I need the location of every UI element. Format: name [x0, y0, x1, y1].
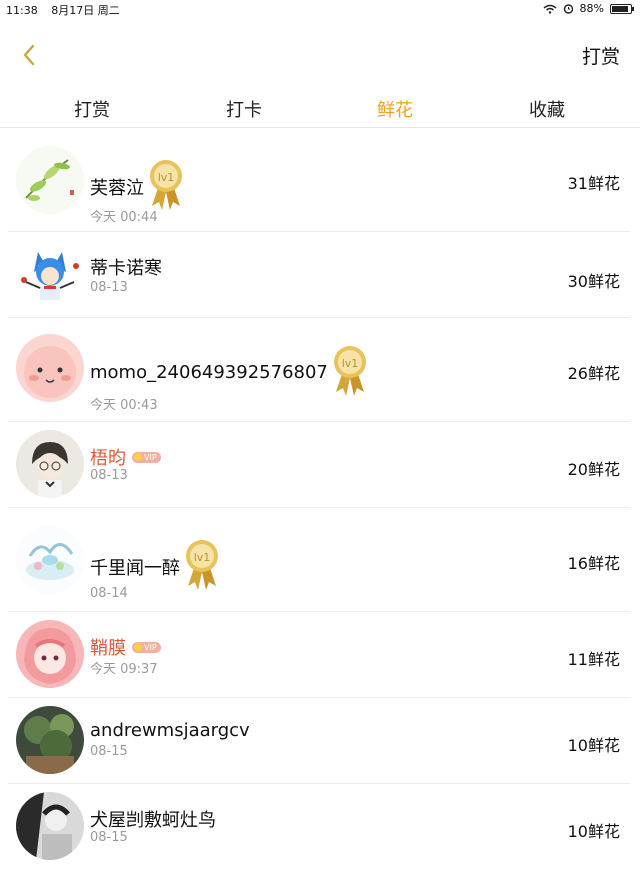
crown-icon	[134, 453, 142, 461]
timestamp: 今天 00:44	[90, 210, 158, 225]
timestamp: 今天 00:43	[90, 398, 158, 413]
list-item[interactable]: 芙蓉泣 lv1 今天 00:44 31鲜花	[8, 128, 630, 232]
avatar[interactable]	[16, 620, 84, 688]
medal-label: lv1	[158, 171, 175, 184]
username-text: 千里闻一醉	[90, 557, 180, 579]
medal-label: lv1	[194, 551, 211, 564]
nav-bar: 打赏	[0, 30, 640, 80]
username-text: 犬屋剀敷蚵灶鸟	[90, 810, 216, 831]
tab-checkin[interactable]: 打卡	[226, 96, 262, 122]
timestamp: 08-13	[90, 280, 128, 295]
list-item[interactable]: 梧昀 VIP 08-13 20鲜花	[8, 422, 630, 508]
username[interactable]: andrewmsjaargcv	[90, 720, 250, 741]
flower-count: 30鲜花	[567, 272, 620, 291]
flower-count: 20鲜花	[567, 460, 620, 479]
alarm-icon	[563, 4, 573, 14]
list-item[interactable]: 千里闻一醉 lv1 08-14 16鲜花	[8, 508, 630, 612]
timestamp: 08-15	[90, 744, 128, 759]
timestamp: 08-13	[90, 468, 128, 483]
vip-badge: VIP	[132, 451, 161, 463]
tab-reward[interactable]: 打赏	[74, 96, 110, 122]
list-item[interactable]: andrewmsjaargcv 08-15 10鲜花	[8, 698, 630, 784]
username[interactable]: momo_240649392576807 lv1	[90, 344, 368, 401]
battery-percent: 88%	[579, 2, 604, 15]
list-item[interactable]: 蒂卡诺寒 08-13 30鲜花	[8, 232, 630, 318]
vip-badge: VIP	[132, 641, 161, 653]
list-item[interactable]: momo_240649392576807 lv1 今天 00:43 26鲜花	[8, 318, 630, 422]
status-bar: 11:38 8月17日 周二 88%	[0, 0, 640, 18]
level-medal-icon: lv1	[184, 538, 220, 595]
list-item[interactable]: 鞘膜 VIP 今天 09:37 11鲜花	[8, 612, 630, 698]
username-text: 鞘膜	[90, 638, 126, 659]
medal-label: lv1	[342, 357, 359, 370]
flower-count: 10鲜花	[567, 736, 620, 755]
flower-count: 16鲜花	[567, 554, 620, 573]
timestamp: 08-15	[90, 830, 128, 845]
status-time: 11:38	[6, 4, 38, 17]
username-text: andrewmsjaargcv	[90, 720, 250, 741]
timestamp: 今天 09:37	[90, 662, 158, 677]
username[interactable]: 梧昀 VIP	[90, 444, 161, 470]
avatar[interactable]	[16, 334, 84, 402]
username-text: 梧昀	[90, 448, 126, 469]
chevron-left-icon	[23, 44, 35, 66]
back-button[interactable]	[14, 38, 44, 72]
vip-label: VIP	[144, 642, 157, 652]
avatar[interactable]	[16, 146, 84, 214]
list-item[interactable]: 犬屋剀敷蚵灶鸟 08-15 10鲜花	[8, 784, 630, 870]
flower-count: 31鲜花	[567, 174, 620, 193]
crown-icon	[134, 643, 142, 651]
avatar[interactable]	[16, 430, 84, 498]
username-text: 蒂卡诺寒	[90, 258, 162, 279]
flower-count: 10鲜花	[567, 822, 620, 841]
battery-icon	[610, 3, 634, 14]
avatar[interactable]	[16, 792, 84, 860]
page-title: 打赏	[581, 46, 620, 68]
tab-favorites[interactable]: 收藏	[529, 96, 565, 122]
tab-flowers[interactable]: 鲜花	[377, 96, 413, 122]
timestamp: 08-14	[90, 586, 128, 601]
username[interactable]: 鞘膜 VIP	[90, 634, 161, 660]
status-date: 8月17日 周二	[51, 4, 120, 17]
username-text: 芙蓉泣	[90, 177, 144, 199]
vip-label: VIP	[144, 452, 157, 462]
avatar[interactable]	[16, 242, 84, 310]
tab-bar: 打赏 打卡 鲜花 收藏	[0, 88, 640, 128]
flower-count: 26鲜花	[567, 364, 620, 383]
username[interactable]: 犬屋剀敷蚵灶鸟	[90, 806, 216, 832]
flower-count: 11鲜花	[567, 650, 620, 669]
wifi-icon	[543, 4, 557, 14]
username[interactable]: 蒂卡诺寒	[90, 254, 162, 280]
level-medal-icon: lv1	[332, 344, 368, 401]
username-text: momo_240649392576807	[90, 362, 328, 383]
avatar[interactable]	[16, 526, 84, 594]
avatar[interactable]	[16, 706, 84, 774]
